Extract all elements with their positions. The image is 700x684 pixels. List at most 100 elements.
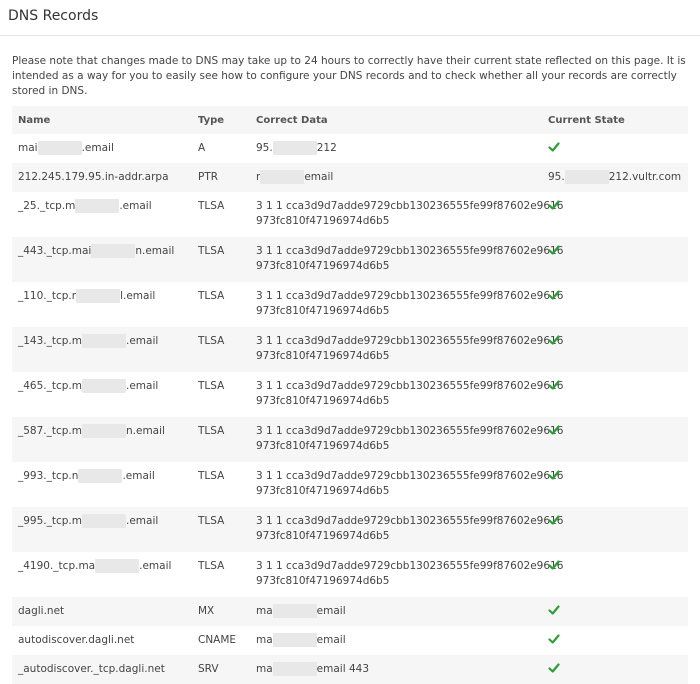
correct-data-prefix: 95. <box>256 142 273 154</box>
table-row: _587._tcp.m n.email TLSA 3 1 1 cca3d9d7adde… <box>12 417 688 462</box>
record-name: _587._tcp.m n.email <box>12 417 192 462</box>
correct-data-line: 973fc810f47196974d6b5 <box>256 485 390 497</box>
redacted-block <box>260 170 305 184</box>
table-row: dagli.net MX ma email <box>12 597 688 626</box>
record-name-suffix: .email <box>126 515 159 527</box>
correct-data-line: 973fc810f47196974d6b5 <box>256 575 390 587</box>
dns-records-table: Name Type Correct Data Current State mai… <box>12 106 688 684</box>
checkmark-icon <box>548 605 560 617</box>
table-row: _4190._tcp.ma .email TLSA 3 1 1 cca3d9d7add… <box>12 552 688 597</box>
record-correct-data: ma email <box>250 597 542 626</box>
record-name-suffix: .email <box>119 200 152 212</box>
record-correct-data: ma email <box>250 626 542 655</box>
record-name-text: mai <box>18 142 38 154</box>
table-row: 212.245.179.95.in-addr.arpa PTR r email 95. 2… <box>12 163 688 192</box>
correct-data-line: 973fc810f47196974d6b5 <box>256 395 390 407</box>
record-name: _993._tcp.n .email <box>12 462 192 507</box>
record-type: TLSA <box>198 290 225 302</box>
correct-data-line: 973fc810f47196974d6b5 <box>256 215 390 227</box>
record-name: _465._tcp.m .email <box>12 372 192 417</box>
record-name-suffix: .email <box>139 560 172 572</box>
redacted-block <box>76 289 121 303</box>
record-name-text: 212.245.179.95.in-addr.arpa <box>18 171 169 183</box>
correct-data-line: 3 1 1 cca3d9d7adde9729cbb130236555fe99f8… <box>256 560 564 572</box>
record-name-text: _110._tcp.r <box>18 290 77 302</box>
correct-data-line: 3 1 1 cca3d9d7adde9729cbb130236555fe99f8… <box>256 200 564 212</box>
redacted-block <box>82 424 126 438</box>
checkmark-icon <box>548 634 560 646</box>
correct-data-line: 973fc810f47196974d6b5 <box>256 260 390 272</box>
table-row: mai .email A 95. 212 <box>12 134 688 163</box>
correct-data-prefix: ma <box>256 634 273 646</box>
record-name-text: _autodiscover._tcp.dagli.net <box>18 663 165 675</box>
correct-data-line: 3 1 1 cca3d9d7adde9729cbb130236555fe99f8… <box>256 425 564 437</box>
record-type: TLSA <box>198 380 225 392</box>
table-row: _443._tcp.mai n.email TLSA 3 1 1 cca3d9d7ad… <box>12 237 688 282</box>
record-type: TLSA <box>192 327 250 372</box>
checkmark-icon <box>548 142 560 154</box>
page-header: DNS Records <box>0 0 700 36</box>
record-type: MX <box>192 597 250 626</box>
record-correct-data: r email <box>250 163 542 192</box>
correct-data-line: 973fc810f47196974d6b5 <box>256 350 390 362</box>
record-name-suffix: .email <box>122 470 155 482</box>
record-correct-data: ma email 443 <box>250 655 542 684</box>
current-state-prefix: 95. <box>548 171 565 183</box>
correct-data-line: 3 1 1 cca3d9d7adde9729cbb130236555fe99f8… <box>256 290 564 302</box>
correct-data-line: 3 1 1 cca3d9d7adde9729cbb130236555fe99f8… <box>256 380 564 392</box>
record-current-state <box>542 192 688 237</box>
correct-data-suffix: email 443 <box>316 663 370 675</box>
correct-data-prefix: ma <box>256 605 273 617</box>
redacted-block <box>37 141 82 155</box>
checkmark-icon <box>548 200 560 212</box>
record-type: TLSA <box>198 200 225 212</box>
record-correct-data: 3 1 1 cca3d9d7adde9729cbb130236555fe99f8… <box>250 282 564 327</box>
correct-data-line: 3 1 1 cca3d9d7adde9729cbb130236555fe99f8… <box>256 470 564 482</box>
table-row: _110._tcp.r l.email TLSA 3 1 1 cca3d9d7adde… <box>12 282 688 327</box>
record-correct-data: 3 1 1 cca3d9d7adde9729cbb130236555fe99f8… <box>250 462 564 507</box>
record-type: TLSA <box>192 237 250 282</box>
record-current-state <box>542 134 688 163</box>
redacted-block <box>91 244 136 258</box>
table-row: _995._tcp.m .email TLSA 3 1 1 cca3d9d7adde9… <box>12 507 688 552</box>
redacted-block <box>82 514 126 528</box>
record-name-suffix: .email <box>126 335 159 347</box>
redacted-block <box>95 559 140 573</box>
checkmark-icon <box>548 425 560 437</box>
record-name-text: dagli.net <box>18 605 65 617</box>
table-row: autodiscover.dagli.net CNAME ma email <box>12 626 688 655</box>
record-type: TLSA <box>192 417 250 462</box>
record-name-text: _993._tcp.n <box>18 470 79 482</box>
record-name-text: autodiscover.dagli.net <box>18 634 135 646</box>
column-header-type: Type <box>192 106 250 134</box>
record-name: mai .email <box>12 134 192 163</box>
record-name: _143._tcp.m .email <box>12 327 192 372</box>
record-name-suffix: .email <box>81 142 114 154</box>
record-current-state <box>542 462 688 507</box>
record-correct-data: 3 1 1 cca3d9d7adde9729cbb130236555fe99f8… <box>250 372 564 417</box>
table-row: _465._tcp.m .email TLSA 3 1 1 cca3d9d7adde9… <box>12 372 688 417</box>
table-row: _993._tcp.n .email TLSA 3 1 1 cca3d9d7adde9… <box>12 462 688 507</box>
record-current-state <box>542 597 688 626</box>
page-title: DNS Records <box>8 8 99 24</box>
redacted-block <box>75 199 120 213</box>
record-type: A <box>198 142 206 154</box>
record-name-text: _443._tcp.mai <box>18 245 92 257</box>
record-type: SRV <box>192 655 250 684</box>
correct-data-line: 973fc810f47196974d6b5 <box>256 530 390 542</box>
record-type: TLSA <box>192 507 250 552</box>
correct-data-line: 973fc810f47196974d6b5 <box>256 305 390 317</box>
record-type: TLSA <box>198 470 225 482</box>
record-name-text: _587._tcp.m <box>18 425 82 437</box>
redacted-block <box>272 633 317 647</box>
redacted-block <box>272 141 317 155</box>
correct-data-line: 3 1 1 cca3d9d7adde9729cbb130236555fe99f8… <box>256 245 564 257</box>
record-current-state <box>542 327 688 372</box>
redacted-block <box>82 334 126 348</box>
record-name-suffix: n.email <box>135 245 175 257</box>
record-correct-data: 3 1 1 cca3d9d7adde9729cbb130236555fe99f8… <box>250 552 564 597</box>
redacted-block <box>564 170 609 184</box>
record-correct-data: 3 1 1 cca3d9d7adde9729cbb130236555fe99f8… <box>250 327 563 372</box>
column-header-name: Name <box>12 106 192 134</box>
record-name: _4190._tcp.ma .email <box>12 552 192 597</box>
